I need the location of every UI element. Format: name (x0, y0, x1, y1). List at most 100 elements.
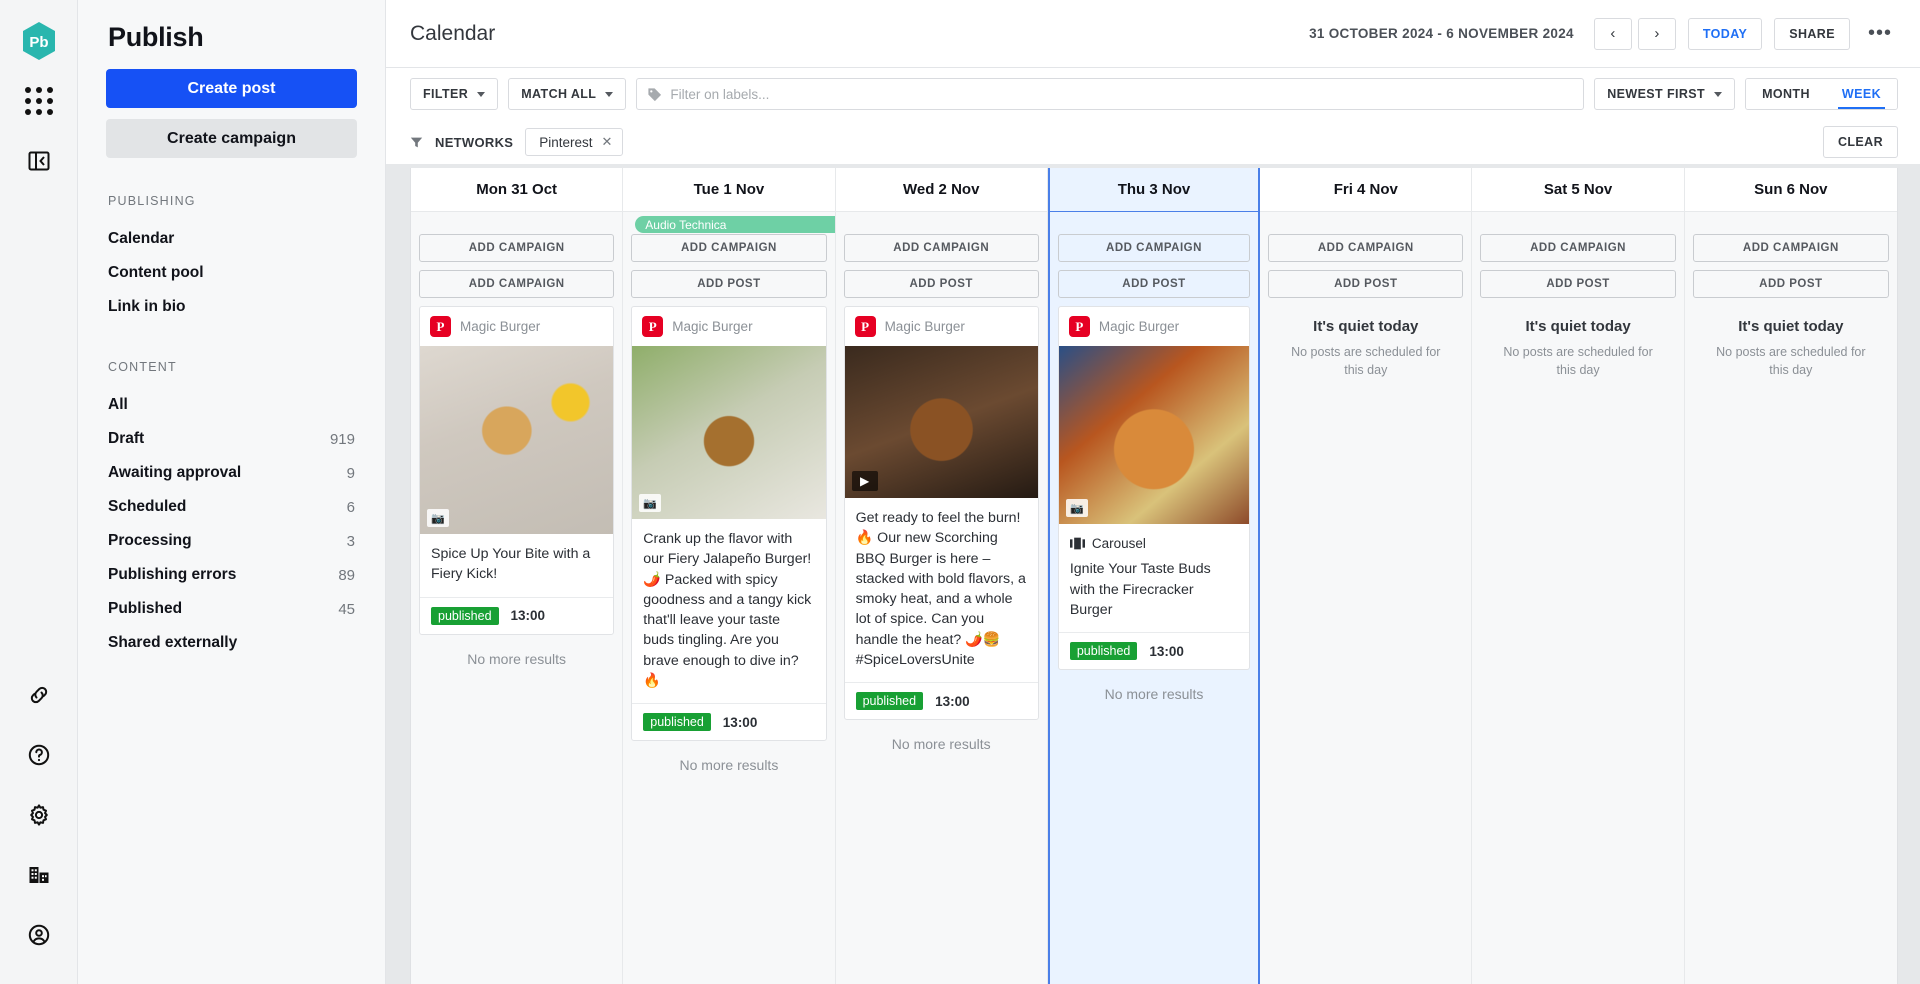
post-media[interactable]: 📷 (420, 346, 614, 534)
add-post-button[interactable]: ADD POST (1057, 270, 1251, 298)
account-icon[interactable] (16, 912, 62, 958)
clear-filters-button[interactable]: CLEAR (1822, 126, 1898, 158)
close-icon[interactable]: ✕ (602, 134, 613, 150)
gear-icon[interactable] (16, 792, 62, 838)
sidebar-item-awaiting-approval[interactable]: Awaiting approval 9 (106, 456, 357, 490)
more-options-icon[interactable]: ••• (1862, 22, 1898, 45)
pinterest-icon: P (1068, 316, 1090, 337)
post-time: 13:00 (722, 714, 758, 730)
sidebar-item-calendar[interactable]: Calendar (106, 222, 357, 256)
post-card[interactable]: P Magic Burger 📷 Spice Up Your Bite with… (419, 306, 615, 635)
add-campaign-button[interactable]: ADD CAMPAIGN (843, 234, 1039, 262)
empty-state-subtitle: No posts are scheduled for this day (1291, 345, 1441, 378)
post-text: Ignite Your Taste Buds with the Firecrac… (1069, 561, 1211, 618)
view-week-button[interactable]: WEEK (1825, 79, 1897, 109)
add-post-button[interactable]: ADD POST (1268, 270, 1464, 298)
campaign-strip-row (1058, 212, 1250, 234)
add-campaign-button[interactable]: ADD CAMPAIGN (1057, 234, 1251, 262)
view-toggle: MONTH WEEK (1745, 78, 1898, 110)
status-badge: published (431, 606, 499, 625)
add-post-button[interactable]: ADD POST (1480, 270, 1676, 298)
sort-dropdown-label: NEWEST FIRST (1607, 87, 1706, 101)
app-logo[interactable]: Pb (16, 18, 62, 64)
calendar-grid: Mon 31 Oct ADD CAMPAIGN ADD CAMPAIGN P M… (410, 168, 1898, 984)
sidebar-item-content-pool[interactable]: Content pool (106, 256, 357, 290)
sidebar-item-label: Link in bio (108, 298, 186, 315)
collapse-panel-icon[interactable] (16, 138, 62, 184)
calendar-wrapper: Mon 31 Oct ADD CAMPAIGN ADD CAMPAIGN P M… (386, 164, 1920, 984)
post-card[interactable]: P Magic Burger 📷 Crank up the flavor wit… (631, 306, 827, 742)
date-range-label: 31 OCTOBER 2024 - 6 NOVEMBER 2024 (1309, 26, 1574, 41)
sidebar-item-count: 45 (338, 600, 355, 618)
day-header: Thu 3 Nov (1049, 168, 1259, 212)
add-campaign-button[interactable]: ADD CAMPAIGN (631, 234, 827, 262)
view-month-button[interactable]: MONTH (1746, 79, 1826, 109)
filter-dropdown[interactable]: FILTER (410, 78, 499, 110)
create-post-button[interactable]: Create post (106, 69, 357, 108)
sidebar-item-scheduled[interactable]: Scheduled 6 (106, 490, 357, 524)
sidebar-item-published[interactable]: Published 45 (106, 592, 357, 626)
post-card-header: P Magic Burger (632, 307, 825, 346)
topbar-actions: 31 OCTOBER 2024 - 6 NOVEMBER 2024 ‹ › TO… (1309, 17, 1898, 50)
sidebar-item-link-in-bio[interactable]: Link in bio (106, 290, 357, 324)
sidebar: Publish Create post Create campaign PUBL… (78, 0, 386, 984)
sort-dropdown[interactable]: NEWEST FIRST (1594, 78, 1736, 110)
sidebar-item-shared-externally[interactable]: Shared externally (106, 626, 357, 660)
sidebar-item-label: Processing (108, 532, 192, 549)
post-text-block: Carousel Ignite Your Taste Buds with the… (1059, 524, 1249, 632)
post-media[interactable]: 📷 (632, 346, 826, 519)
post-account-name: Magic Burger (460, 319, 541, 334)
sidebar-item-label: Draft (108, 430, 145, 447)
add-post-button[interactable]: ADD POST (843, 270, 1039, 298)
post-footer: published 13:00 (1058, 632, 1250, 669)
sidebar-item-draft[interactable]: Draft 919 (106, 422, 357, 456)
label-filter-container[interactable] (636, 78, 1585, 110)
link-icon[interactable] (16, 672, 62, 718)
post-type-row: Carousel (1069, 534, 1238, 553)
sidebar-section-publishing-heading: PUBLISHING (108, 194, 196, 208)
sidebar-item-count: 9 (346, 464, 355, 482)
prev-week-button[interactable]: ‹ (1593, 17, 1632, 50)
day-header: Sat 5 Nov (1472, 168, 1684, 212)
day-column-thu-3-nov: Thu 3 Nov ADD CAMPAIGN ADD POST P Magic … (1047, 168, 1261, 984)
logo-text: Pb (29, 34, 48, 51)
today-button[interactable]: TODAY (1687, 17, 1763, 50)
add-post-button[interactable]: ADD POST (631, 270, 827, 298)
day-column-sat-5-nov: Sat 5 Nov ADD CAMPAIGN ADD POST It's qui… (1472, 168, 1685, 984)
next-week-button[interactable]: › (1637, 17, 1676, 50)
share-button[interactable]: SHARE (1774, 17, 1850, 50)
create-campaign-button[interactable]: Create campaign (106, 119, 357, 158)
add-campaign-button[interactable]: ADD CAMPAIGN (419, 234, 615, 262)
label-filter-input[interactable] (670, 86, 1574, 102)
match-all-dropdown[interactable]: MATCH ALL (508, 78, 627, 110)
post-footer: published 13:00 (632, 703, 826, 740)
sidebar-item-processing[interactable]: Processing 3 (106, 524, 357, 558)
post-account-name: Magic Burger (884, 319, 965, 334)
campaign-bar[interactable]: Audio Technica (635, 216, 835, 233)
no-more-results: No more results (467, 650, 567, 667)
day-body: ADD CAMPAIGN ADD POST It's quiet today N… (1260, 212, 1472, 984)
help-circle-icon[interactable] (16, 732, 62, 778)
day-header: Mon 31 Oct (411, 168, 623, 212)
add-campaign-button[interactable]: ADD CAMPAIGN (1480, 234, 1676, 262)
sidebar-item-all[interactable]: All (106, 388, 357, 422)
day-column-mon-31-oct: Mon 31 Oct ADD CAMPAIGN ADD CAMPAIGN P M… (411, 168, 624, 984)
image-icon: 📷 (427, 509, 449, 527)
post-card[interactable]: P Magic Burger ▶ Get ready to feel the b… (843, 306, 1039, 721)
day-header: Fri 4 Nov (1260, 168, 1472, 212)
post-media[interactable]: ▶ (844, 346, 1038, 498)
day-header: Sun 6 Nov (1684, 168, 1897, 212)
apps-grid-icon[interactable] (16, 78, 62, 124)
post-media[interactable]: 📷 (1058, 346, 1250, 524)
chevron-down-icon (605, 91, 614, 97)
sidebar-item-publishing-errors[interactable]: Publishing errors 89 (106, 558, 357, 592)
add-campaign-button-secondary[interactable]: ADD CAMPAIGN (419, 270, 615, 298)
chevron-down-icon (477, 91, 486, 97)
post-card[interactable]: P Magic Burger 📷 Carousel Ignite Your Ta… (1057, 306, 1251, 671)
add-post-button[interactable]: ADD POST (1692, 270, 1889, 298)
add-campaign-button[interactable]: ADD CAMPAIGN (1268, 234, 1464, 262)
network-chip-pinterest[interactable]: Pinterest ✕ (525, 128, 624, 156)
day-body: ADD CAMPAIGN ADD POST It's quiet today N… (1472, 212, 1684, 984)
organization-icon[interactable] (16, 852, 62, 898)
add-campaign-button[interactable]: ADD CAMPAIGN (1692, 234, 1889, 262)
